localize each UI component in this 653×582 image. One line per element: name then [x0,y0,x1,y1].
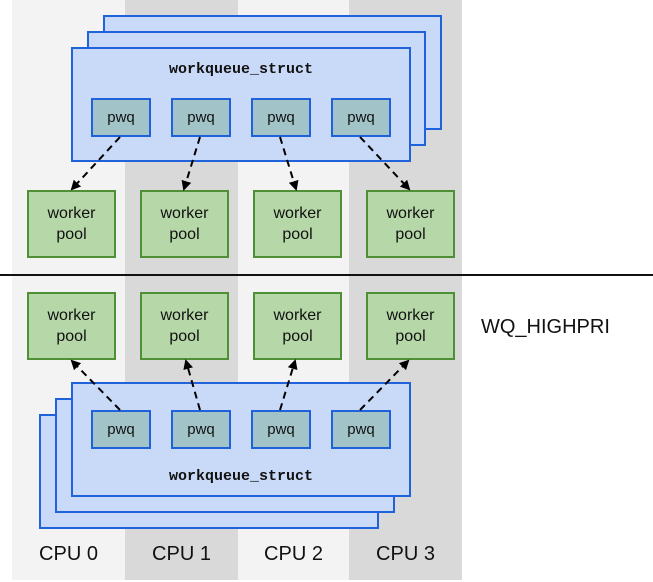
arrow-bottom-0 [70,359,121,411]
cpu-label-1: CPU 1 [152,543,211,565]
arrow-top-0 [70,136,121,191]
arrow-bottom-1 [183,359,201,411]
cpu-label-0: CPU 0 [39,543,98,565]
cpu-label-2: CPU 2 [264,543,323,565]
cpu-label-3: CPU 3 [376,543,435,565]
arrow-layer [70,136,411,411]
arrow-top-3 [359,136,411,191]
arrow-bottom-3 [359,359,410,411]
arrow-bottom-2 [279,359,298,411]
arrow-top-1 [181,136,201,191]
arrow-top-2 [279,136,299,191]
